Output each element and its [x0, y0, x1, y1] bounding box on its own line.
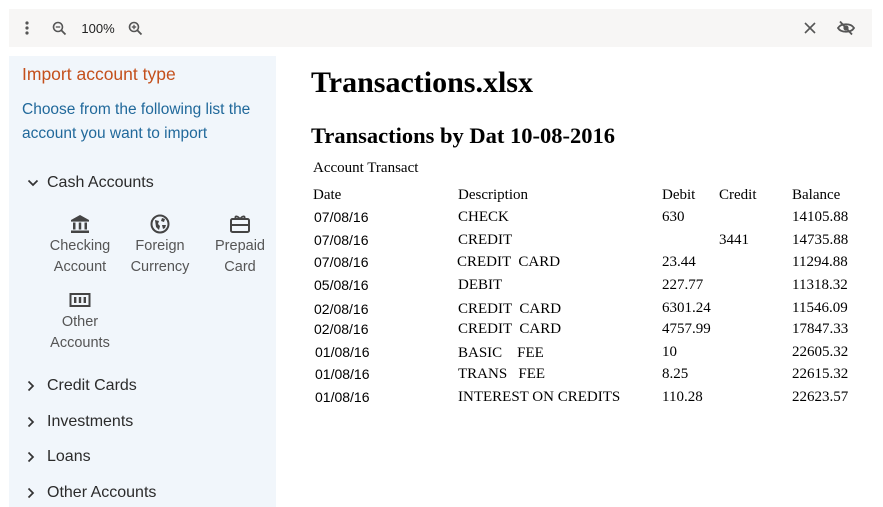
cell-balance: 11294.88: [792, 254, 848, 270]
cash-item-line1: Checking: [49, 238, 111, 254]
cell-balance: 22605.32: [792, 344, 849, 360]
cell-debit: 110.28: [662, 389, 703, 405]
cell-date: 01/08/16: [315, 366, 370, 382]
cell-debit: 630: [662, 209, 685, 225]
cell-description: CHECK: [458, 209, 509, 225]
viewer-toolbar: 100%: [9, 9, 872, 47]
cash-item-line2: Currency: [130, 259, 190, 275]
category-cash-accounts[interactable]: Cash Accounts: [27, 172, 154, 194]
cell-description: DEBIT: [458, 277, 503, 293]
sidebar-description: Choose from the following list the accou…: [22, 101, 251, 142]
chevron-right-icon: [27, 486, 39, 500]
document-subtitle: Transactions by Dat 10-08-2016: [311, 123, 615, 148]
cell-credit: 3441: [719, 232, 749, 248]
close-icon[interactable]: [801, 18, 819, 38]
cell-description: BASIC FEE: [458, 345, 544, 361]
cell-balance: 11318.32: [792, 277, 848, 293]
cash-item-line2: Card: [224, 259, 256, 275]
column-header-debit: Debit: [662, 187, 696, 203]
cash-item-foreign-currency[interactable]: Foreign Currency: [120, 212, 200, 278]
category-label: Other Accounts: [47, 484, 157, 501]
bank-icon: [40, 212, 120, 236]
cell-debit: 23.44: [662, 254, 696, 270]
cell-date: 01/08/16: [315, 389, 370, 405]
cash-item-line1: Prepaid: [215, 238, 265, 254]
chevron-right-icon: [27, 379, 39, 393]
category-loans[interactable]: Loans: [27, 446, 91, 468]
cell-description: INTEREST ON CREDITS: [458, 389, 621, 405]
category-label: Investments: [47, 413, 134, 430]
cash-icon: [40, 288, 120, 312]
chevron-right-icon: [27, 415, 39, 429]
cell-date: 07/08/16: [314, 232, 369, 248]
more-vert-icon[interactable]: [21, 18, 33, 38]
document-title: Transactions.xlsx: [311, 66, 533, 99]
category-credit-cards[interactable]: Credit Cards: [27, 375, 137, 397]
cell-date: 01/08/16: [315, 344, 370, 360]
zoom-level[interactable]: 100%: [79, 18, 117, 38]
cell-date: 07/08/16: [314, 209, 369, 225]
cell-balance: 22623.57: [792, 389, 849, 405]
cell-description: CREDIT CARD: [458, 321, 562, 337]
cash-item-prepaid-card[interactable]: Prepaid Card: [200, 212, 280, 278]
cell-debit: 10: [662, 344, 677, 360]
cell-balance: 14105.88: [792, 209, 849, 225]
cash-item-checking-account[interactable]: Checking Account: [40, 212, 120, 278]
category-label: Loans: [47, 448, 91, 465]
cell-debit: 227.77: [662, 277, 704, 293]
cell-debit: 8.25: [662, 366, 689, 382]
visibility-off-icon[interactable]: [835, 18, 857, 38]
category-label: Credit Cards: [47, 377, 137, 394]
cell-balance: 14735.88: [792, 232, 849, 248]
chevron-down-icon: [27, 176, 39, 190]
zoom-in-icon[interactable]: [126, 18, 144, 38]
document-caption: Account Transact: [313, 160, 419, 176]
cell-description: TRANS FEE: [458, 366, 546, 382]
cash-item-line1: Other: [61, 314, 99, 330]
category-other-accounts[interactable]: Other Accounts: [27, 482, 156, 504]
cell-balance: 22615.32: [792, 366, 849, 382]
cell-description: CREDIT CARD: [458, 301, 562, 317]
column-header-credit: Credit: [719, 187, 757, 203]
column-header-date: Date: [313, 187, 342, 203]
cell-description: CREDIT CARD: [457, 254, 561, 270]
gift-card-icon: [200, 212, 280, 236]
column-header-description: Description: [458, 187, 528, 203]
globe-icon: [120, 212, 200, 236]
cell-description: CREDIT: [458, 232, 513, 248]
cell-balance: 17847.33: [792, 321, 849, 337]
cell-date: 07/08/16: [314, 254, 369, 270]
cell-date: 02/08/16: [314, 321, 369, 337]
cell-date: 05/08/16: [314, 277, 369, 293]
column-header-balance: Balance: [792, 187, 841, 203]
category-label: Cash Accounts: [47, 174, 154, 191]
cash-item-other-accounts[interactable]: Other Accounts: [40, 288, 120, 354]
cash-item-line1: Foreign: [135, 238, 185, 254]
chevron-right-icon: [27, 450, 39, 464]
sidebar-title: Import account type: [22, 64, 176, 84]
cell-date: 02/08/16: [314, 301, 369, 317]
cash-item-line2: Account: [53, 259, 107, 275]
app-window: 100% Import account type Choose from the…: [0, 0, 883, 507]
zoom-out-icon[interactable]: [50, 18, 68, 38]
document-preview: Transactions.xlsx Transactions by Dat 10…: [276, 47, 883, 507]
cash-item-line2: Accounts: [50, 335, 110, 351]
category-investments[interactable]: Investments: [27, 411, 133, 433]
cell-balance: 11546.09: [792, 300, 848, 316]
import-account-sidebar: Import account type Choose from the foll…: [9, 56, 276, 507]
cell-debit: 4757.99: [662, 321, 711, 337]
cell-debit: 6301.24: [662, 300, 711, 316]
